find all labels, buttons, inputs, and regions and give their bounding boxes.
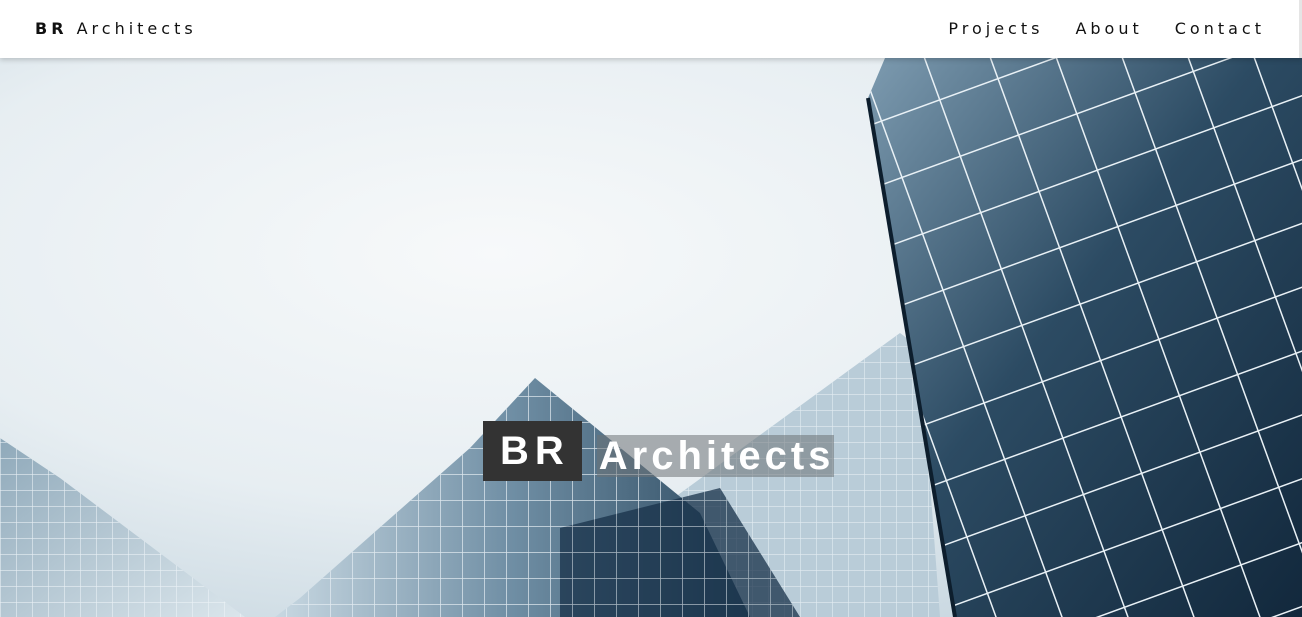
hero-title-rest: Architects <box>596 433 835 478</box>
top-navbar: BR Architects Projects About Contact <box>0 0 1302 58</box>
brand-rest: Architects <box>67 19 197 38</box>
brand-logo-link[interactable]: BR Architects <box>35 19 197 38</box>
nav-link-about[interactable]: About <box>1075 19 1142 38</box>
hero-title: BR Architects <box>483 421 835 481</box>
hero-background-image <box>0 58 1302 617</box>
nav-menu: Projects About Contact <box>948 19 1265 38</box>
nav-link-contact[interactable]: Contact <box>1175 19 1265 38</box>
hero-title-bold: BR <box>483 421 582 481</box>
hero-section: BR Architects <box>0 58 1302 617</box>
brand-bold: BR <box>35 19 68 38</box>
nav-link-projects[interactable]: Projects <box>948 19 1043 38</box>
